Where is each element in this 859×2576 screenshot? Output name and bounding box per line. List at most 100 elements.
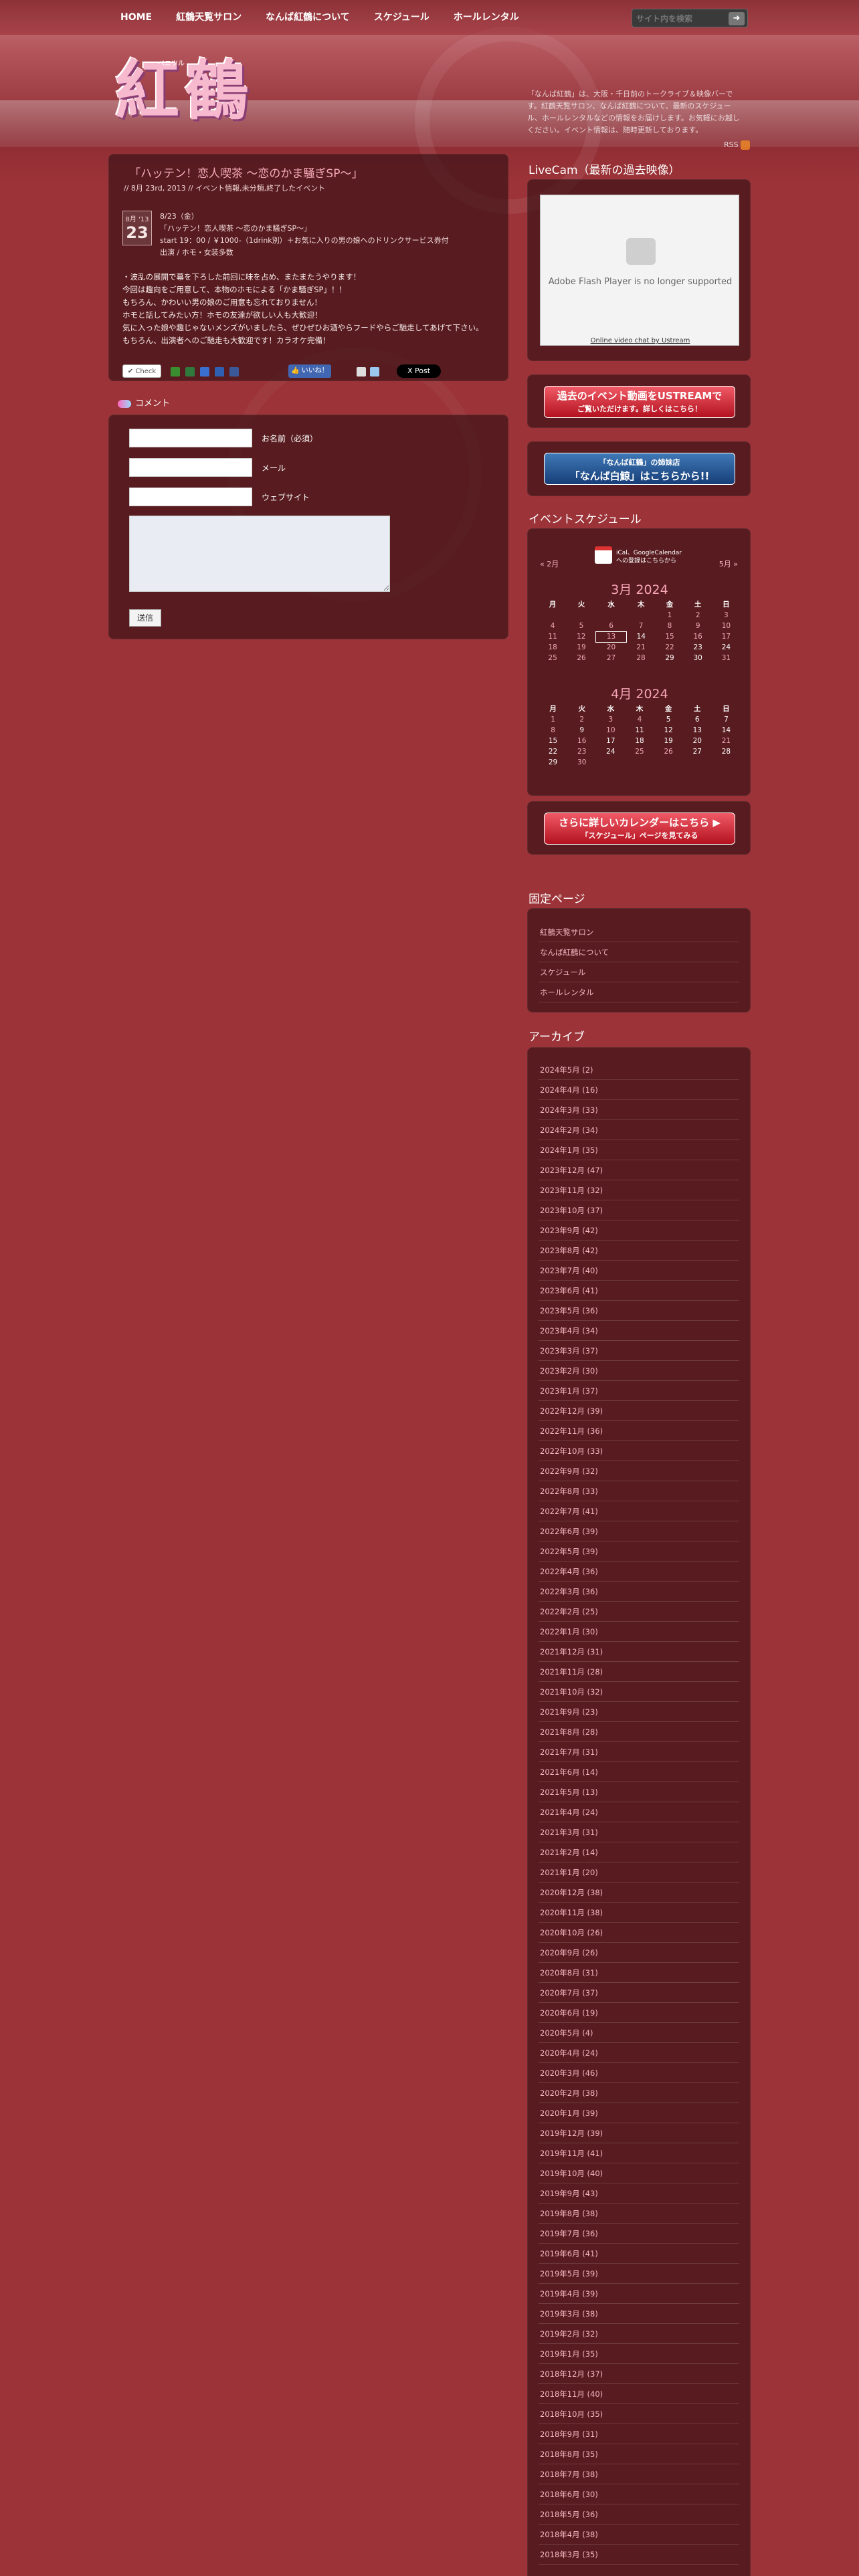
archive-link[interactable]: 2021年12月 (31) bbox=[539, 1642, 739, 1662]
archive-link[interactable]: 2020年10月 (26) bbox=[539, 1923, 739, 1943]
archive-link[interactable]: 2020年8月 (31) bbox=[539, 1963, 739, 1983]
archive-link[interactable]: 2018年10月 (35) bbox=[539, 2404, 739, 2424]
archive-link[interactable]: 2022年11月 (36) bbox=[539, 1421, 739, 1441]
archive-link[interactable]: 2024年4月 (16) bbox=[539, 1080, 739, 1100]
ustream-banner[interactable]: 過去のイベント動画をUSTREAMで ご覧いただけます。詳しくはこちら！ bbox=[544, 386, 735, 418]
archive-link[interactable]: 2023年11月 (32) bbox=[539, 1180, 739, 1200]
calendar-day[interactable]: 20 bbox=[683, 736, 712, 746]
share-icon-facebook[interactable] bbox=[229, 367, 239, 377]
calendar-day[interactable]: 26 bbox=[654, 746, 683, 757]
archive-link[interactable]: 2022年5月 (39) bbox=[539, 1541, 739, 1562]
archive-link[interactable]: 2024年3月 (33) bbox=[539, 1100, 739, 1120]
archive-link[interactable]: 2018年7月 (38) bbox=[539, 2464, 739, 2484]
calendar-day[interactable]: 30 bbox=[684, 653, 712, 663]
share-icon-delicious[interactable] bbox=[185, 367, 195, 377]
archive-link[interactable]: 2022年9月 (32) bbox=[539, 1461, 739, 1481]
archive-link[interactable]: 2021年9月 (23) bbox=[539, 1702, 739, 1722]
calendar-day[interactable]: 14 bbox=[626, 631, 656, 642]
archive-link[interactable]: 2018年12月 (37) bbox=[539, 2364, 739, 2384]
calendar-day[interactable]: 12 bbox=[567, 631, 596, 642]
calendar-day[interactable]: 8 bbox=[656, 621, 684, 631]
archive-link[interactable]: 2018年11月 (40) bbox=[539, 2384, 739, 2404]
archive-link[interactable]: 2020年11月 (38) bbox=[539, 1903, 739, 1923]
archive-link[interactable]: 2023年12月 (47) bbox=[539, 1160, 739, 1180]
calendar-prev-link[interactable]: « 2月 bbox=[540, 558, 559, 569]
calendar-day[interactable]: 10 bbox=[596, 725, 625, 736]
calendar-day[interactable]: 7 bbox=[626, 621, 656, 631]
archive-link[interactable]: 2022年12月 (39) bbox=[539, 1401, 739, 1421]
calendar-day[interactable]: 2 bbox=[684, 610, 712, 621]
page-link[interactable]: 紅鶴天覧サロン bbox=[539, 922, 739, 942]
archive-link[interactable]: 2023年8月 (42) bbox=[539, 1241, 739, 1261]
nav-item-salon[interactable]: 紅鶴天覧サロン bbox=[164, 0, 254, 35]
archive-link[interactable]: 2023年9月 (42) bbox=[539, 1220, 739, 1241]
calendar-day[interactable]: 6 bbox=[596, 621, 626, 631]
site-logo[interactable]: 紅鶴 bbox=[115, 59, 254, 124]
comment-textarea[interactable] bbox=[129, 516, 390, 592]
archive-link[interactable]: 2018年4月 (38) bbox=[539, 2525, 739, 2545]
calendar-day[interactable]: 7 bbox=[712, 714, 741, 725]
archive-link[interactable]: 2019年5月 (39) bbox=[539, 2264, 739, 2284]
archive-link[interactable]: 2020年2月 (38) bbox=[539, 2083, 739, 2103]
archive-link[interactable]: 2022年4月 (36) bbox=[539, 1562, 739, 1582]
calendar-day[interactable]: 24 bbox=[596, 746, 625, 757]
archive-link[interactable]: 2023年1月 (37) bbox=[539, 1381, 739, 1401]
archive-link[interactable]: 2020年6月 (19) bbox=[539, 2003, 739, 2023]
calendar-day[interactable]: 20 bbox=[596, 642, 626, 653]
archive-link[interactable]: 2024年5月 (2) bbox=[539, 1060, 739, 1080]
full-calendar-button[interactable]: さらに詳しいカレンダーはこちら ▶ 「スケジュール」ページを見てみる bbox=[544, 813, 735, 845]
page-link[interactable]: ホールレンタル bbox=[539, 982, 739, 1002]
page-link[interactable]: なんば紅鶴について bbox=[539, 942, 739, 962]
calendar-day[interactable]: 29 bbox=[656, 653, 684, 663]
calendar-day[interactable]: 31 bbox=[712, 653, 740, 663]
calendar-day[interactable]: 1 bbox=[539, 714, 567, 725]
archive-link[interactable]: 2022年2月 (25) bbox=[539, 1602, 739, 1622]
calendar-day[interactable]: 12 bbox=[654, 725, 683, 736]
comment-website-field[interactable] bbox=[129, 488, 252, 506]
calendar-day[interactable]: 9 bbox=[684, 621, 712, 631]
archive-link[interactable]: 2020年3月 (46) bbox=[539, 2063, 739, 2083]
calendar-day[interactable]: 16 bbox=[567, 736, 596, 746]
archive-link[interactable]: 2023年7月 (40) bbox=[539, 1261, 739, 1281]
calendar-day[interactable]: 15 bbox=[539, 736, 567, 746]
archive-link[interactable]: 2021年5月 (13) bbox=[539, 1782, 739, 1802]
mixi-check-button[interactable]: ✔ Check bbox=[122, 364, 161, 378]
calendar-day[interactable]: 18 bbox=[625, 736, 654, 746]
archive-link[interactable]: 2021年10月 (32) bbox=[539, 1682, 739, 1702]
calendar-day[interactable]: 8 bbox=[539, 725, 567, 736]
archive-link[interactable]: 2018年3月 (35) bbox=[539, 2545, 739, 2565]
archive-link[interactable]: 2020年5月 (4) bbox=[539, 2023, 739, 2043]
calendar-day[interactable]: 22 bbox=[539, 746, 567, 757]
calendar-day[interactable]: 23 bbox=[684, 642, 712, 653]
archive-link[interactable]: 2018年5月 (36) bbox=[539, 2504, 739, 2525]
calendar-day[interactable]: 1 bbox=[656, 610, 684, 621]
calendar-day[interactable]: 21 bbox=[712, 736, 741, 746]
calendar-day[interactable]: 5 bbox=[567, 621, 596, 631]
calendar-day[interactable]: 14 bbox=[712, 725, 741, 736]
calendar-day[interactable]: 27 bbox=[596, 653, 626, 663]
archive-link[interactable]: 2022年1月 (30) bbox=[539, 1622, 739, 1642]
archive-link[interactable]: 2020年1月 (39) bbox=[539, 2103, 739, 2123]
archive-link[interactable]: 2021年11月 (28) bbox=[539, 1662, 739, 1682]
archive-link[interactable]: 2018年6月 (30) bbox=[539, 2484, 739, 2504]
archive-link[interactable]: 2022年6月 (39) bbox=[539, 1521, 739, 1541]
calendar-day[interactable]: 19 bbox=[567, 642, 596, 653]
ical-subscribe-link[interactable]: iCal、GoogleCalendar への登録はこちらから bbox=[595, 545, 688, 569]
archive-link[interactable]: 2019年6月 (41) bbox=[539, 2244, 739, 2264]
rss-link[interactable]: RSS bbox=[724, 140, 750, 150]
archive-link[interactable]: 2020年9月 (26) bbox=[539, 1943, 739, 1963]
calendar-day[interactable]: 24 bbox=[712, 642, 740, 653]
share-icon-evernote[interactable] bbox=[171, 367, 180, 377]
archive-link[interactable]: 2024年1月 (35) bbox=[539, 1140, 739, 1160]
calendar-day[interactable]: 25 bbox=[539, 653, 567, 663]
calendar-day[interactable]: 21 bbox=[626, 642, 656, 653]
share-icon-livedoor[interactable] bbox=[200, 367, 209, 377]
archive-link[interactable]: 2022年10月 (33) bbox=[539, 1441, 739, 1461]
hakugei-banner[interactable]: 「なんば紅鶴」の姉妹店 「なんば白鯨」はこちらから!! bbox=[544, 453, 735, 485]
archive-link[interactable]: 2020年4月 (24) bbox=[539, 2043, 739, 2063]
nav-item-about[interactable]: なんば紅鶴について bbox=[254, 0, 362, 35]
calendar-day[interactable]: 3 bbox=[712, 610, 740, 621]
share-icon-comment[interactable] bbox=[357, 367, 366, 377]
archive-link[interactable]: 2019年1月 (35) bbox=[539, 2344, 739, 2364]
archive-link[interactable]: 2019年7月 (36) bbox=[539, 2224, 739, 2244]
